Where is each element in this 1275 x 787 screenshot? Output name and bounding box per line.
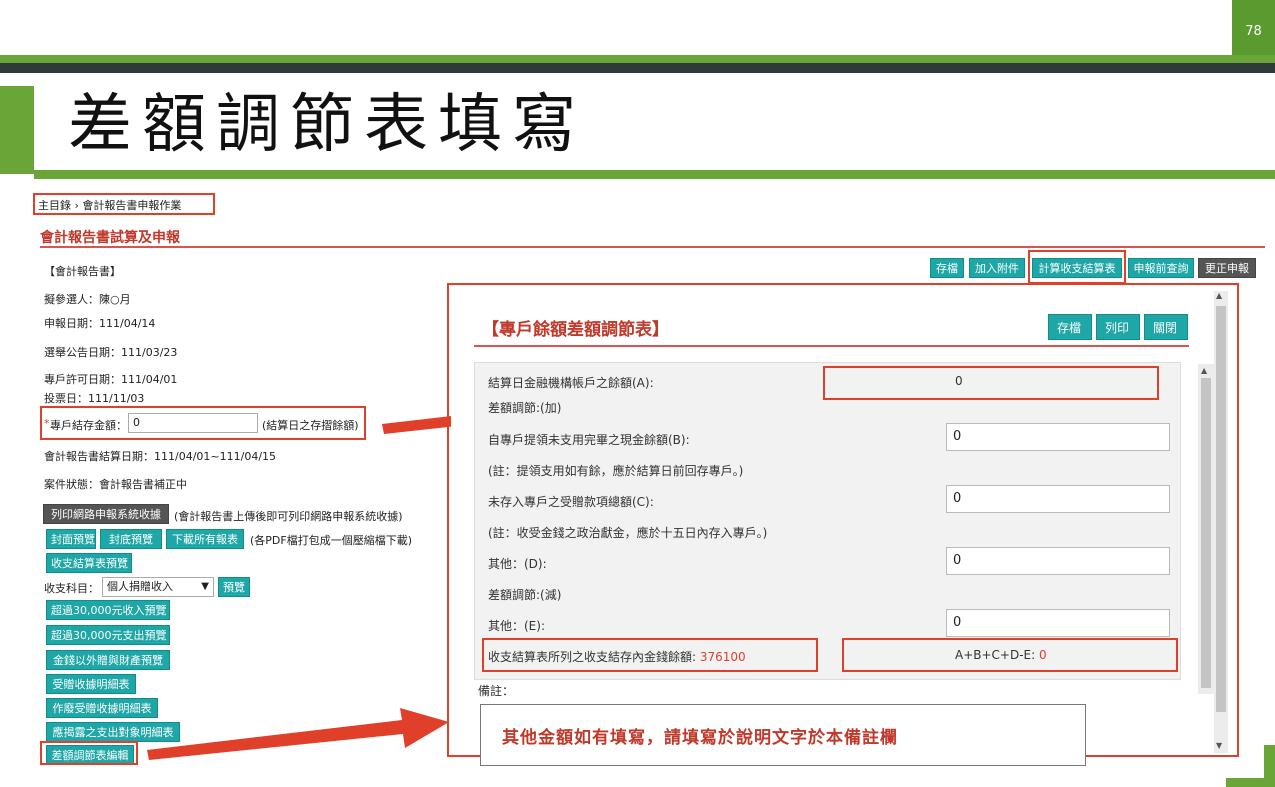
- subject-label: 收支科目：: [44, 582, 99, 595]
- arrow-to-modal-bottom: [147, 708, 449, 760]
- row-a-value-highlight: [823, 366, 1159, 400]
- calc-button-highlight: [1028, 250, 1126, 284]
- void-receipt-detail-button[interactable]: 作廢受贈收據明細表: [46, 698, 158, 718]
- modal-save-button[interactable]: 存檔: [1048, 314, 1092, 340]
- account-permit-date: 專戶許可日期：111/04/01: [44, 373, 178, 386]
- formula-label: A+B+C+D-E:: [955, 648, 1039, 662]
- row-c-input[interactable]: 0: [946, 485, 1170, 513]
- settle-balance-value: 376100: [699, 650, 746, 664]
- settle-period: 會計報告書結算日期：111/04/01~111/04/15: [44, 450, 277, 463]
- modal-print-button[interactable]: 列印: [1096, 314, 1140, 340]
- header-dark-bar: [0, 63, 1275, 73]
- title-underline: [34, 170, 1275, 179]
- formula-total: A+B+C+D-E: 0: [955, 648, 1047, 662]
- formula-value: 0: [1039, 648, 1047, 662]
- row-e-input[interactable]: 0: [946, 609, 1170, 637]
- subject-select[interactable]: 個人捐贈收入 ▼: [102, 577, 214, 597]
- remark-label: 備註：: [478, 684, 515, 698]
- reconciliation-edit-highlight: [40, 741, 138, 765]
- corner-decoration-horizontal: [1226, 778, 1275, 787]
- settle-balance: 收支結算表所列之收支結存內金錢餘額: 376100: [488, 648, 746, 665]
- scroll-up-icon[interactable]: ▲: [1216, 291, 1222, 300]
- prequery-button[interactable]: 申報前查詢: [1128, 258, 1194, 278]
- row-c-note: (註：收受金錢之政治獻金，應於十五日內存入專戶。): [488, 526, 768, 540]
- correct-report-button[interactable]: 更正申報: [1198, 258, 1256, 278]
- print-online-hint: (會計報告書上傳後即可列印網路申報系統收據): [174, 510, 403, 523]
- balance-input[interactable]: 0: [128, 413, 258, 433]
- receipt-detail-button[interactable]: 受贈收據明細表: [46, 674, 136, 694]
- vote-date: 投票日：111/11/03: [44, 392, 145, 405]
- form-scroll-up-icon[interactable]: ▲: [1201, 366, 1207, 375]
- balance-label: 專戶結存金額：: [50, 419, 127, 432]
- attach-button[interactable]: 加入附件: [969, 258, 1025, 278]
- case-status: 案件狀態：會計報告書補正中: [44, 478, 187, 491]
- header-green-bar: [0, 55, 1275, 63]
- balance-hint: (結算日之存摺餘額): [262, 419, 359, 432]
- candidate-name: 擬參選人：陳○月: [44, 293, 131, 306]
- subject-preview-button[interactable]: 預覽: [218, 577, 250, 597]
- section-title: 會計報告書試算及申報: [40, 230, 180, 246]
- row-a-value: 0: [955, 374, 963, 388]
- slide-title: 差額調節表填寫: [68, 88, 586, 162]
- report-date: 申報日期：111/04/14: [44, 317, 156, 330]
- section-divider: [40, 246, 1265, 248]
- row-b-label: 自專戶提領未支用完畢之現金餘額(B):: [488, 433, 690, 447]
- download-hint: (各PDF檔打包成一個壓縮檔下載): [250, 534, 413, 547]
- row-d-input[interactable]: 0: [946, 547, 1170, 575]
- modal-scrollbar-thumb[interactable]: [1216, 306, 1226, 712]
- chevron-down-icon: ▼: [201, 581, 209, 592]
- non-cash-donation-preview-button[interactable]: 金錢以外贈與財產預覽: [46, 650, 170, 670]
- row-e-label: 其他：(E):: [488, 619, 545, 633]
- remark-text: 其他金額如有填寫，請填寫於說明文字於本備註欄: [502, 728, 898, 748]
- download-all-button[interactable]: 下載所有報表: [166, 529, 244, 549]
- modal-title: 【專戶餘額差額調節表】: [482, 320, 669, 340]
- announce-date: 選舉公告日期：111/03/23: [44, 346, 178, 359]
- row-d-label: 其他：(D):: [488, 557, 547, 571]
- modal-title-divider: [474, 345, 1189, 347]
- required-mark: *: [44, 417, 50, 430]
- scroll-down-icon[interactable]: ▼: [1216, 741, 1222, 750]
- back-preview-button[interactable]: 封底預覽: [100, 529, 162, 549]
- report-header: 【會計報告書】: [44, 265, 121, 278]
- page-number: 78: [1232, 0, 1275, 60]
- subject-selected: 個人捐贈收入: [107, 580, 173, 593]
- adjust-minus-label: 差額調節:(減): [488, 588, 562, 602]
- form-scrollbar-thumb[interactable]: [1201, 378, 1211, 688]
- row-b-input[interactable]: 0: [946, 423, 1170, 451]
- settlement-preview-button[interactable]: 收支結算表預覽: [46, 553, 132, 573]
- expense-over-30000-preview-button[interactable]: 超過30,000元支出預覽: [46, 625, 170, 645]
- row-a-label: 結算日金融機構帳戶之餘額(A):: [488, 376, 654, 390]
- row-c-label: 未存入專戶之受贈款項總額(C):: [488, 495, 654, 509]
- income-over-30000-preview-button[interactable]: 超過30,000元收入預覽: [46, 600, 170, 620]
- cover-preview-button[interactable]: 封面預覽: [46, 529, 96, 549]
- print-online-receipt-button[interactable]: 列印網路申報系統收據: [43, 504, 169, 524]
- settle-balance-label: 收支結算表所列之收支結存內金錢餘額:: [488, 650, 700, 664]
- title-accent-block: [0, 86, 34, 174]
- modal-close-button[interactable]: 關閉: [1144, 314, 1188, 340]
- row-b-note: (註：提領支用如有餘，應於結算日前回存專戶。): [488, 464, 744, 478]
- adjust-plus-label: 差額調節:(加): [488, 401, 562, 415]
- breadcrumb-highlight: [33, 193, 215, 215]
- save-button[interactable]: 存檔: [930, 258, 964, 278]
